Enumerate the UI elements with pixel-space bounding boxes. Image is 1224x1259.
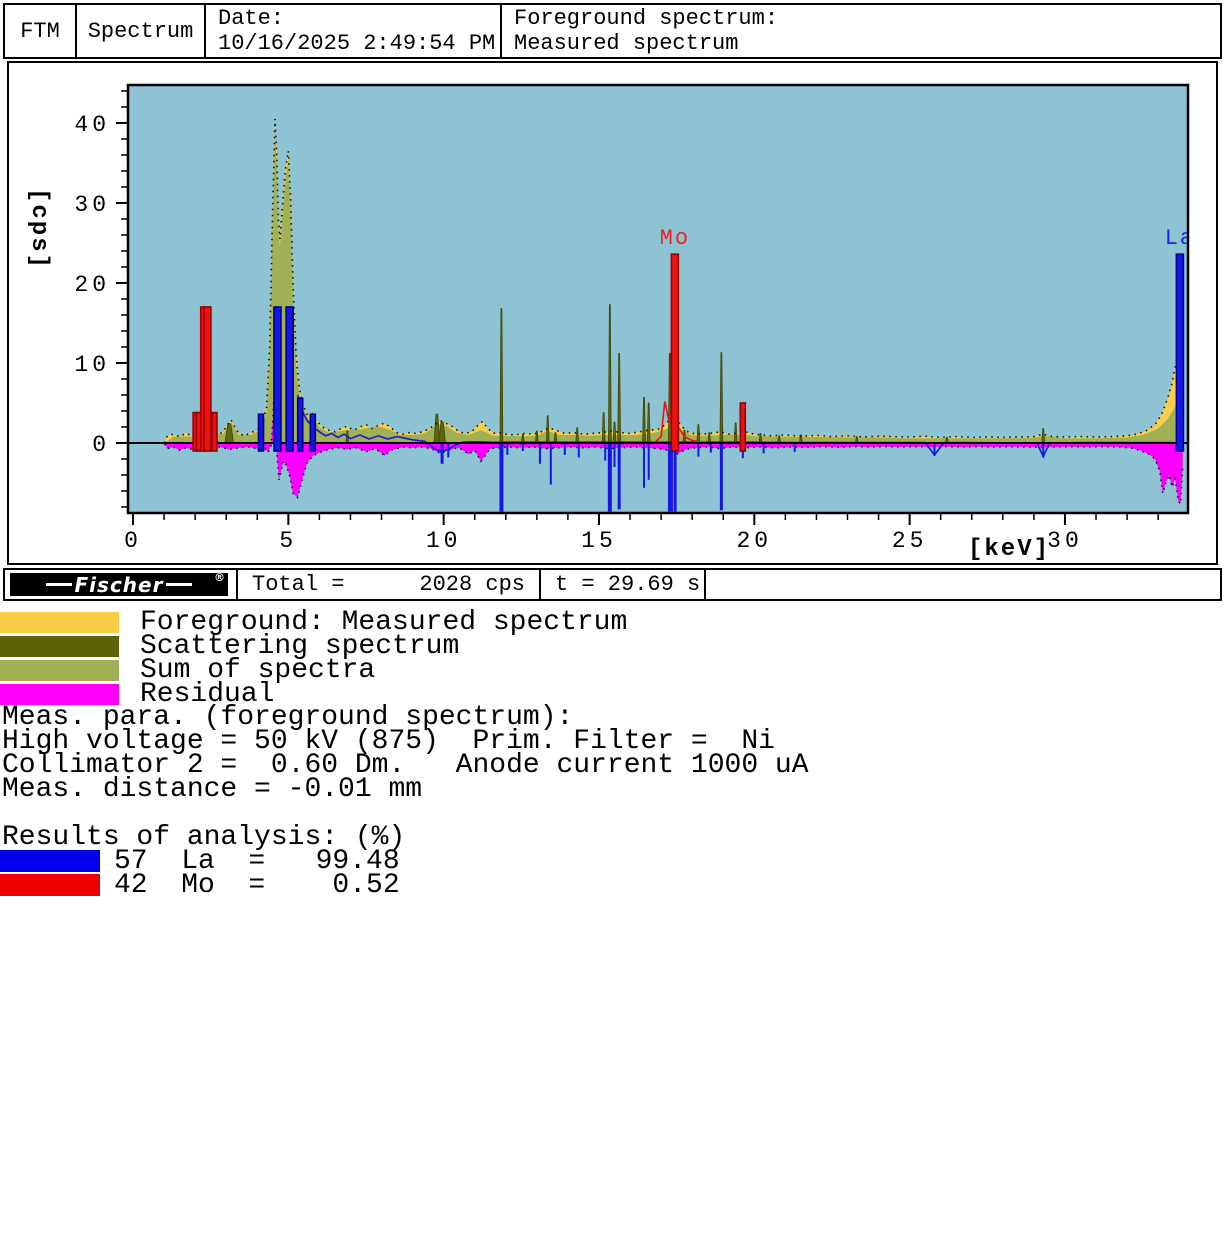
- svg-text:40: 40: [74, 112, 110, 138]
- meas-params-line3: Meas. distance = -0.01 mm: [2, 778, 422, 802]
- svg-text:25: 25: [892, 528, 928, 554]
- svg-text:Mo: Mo: [660, 226, 690, 251]
- spectrum-plot: MoLa010203040051015202530[keV][cps]: [7, 61, 1218, 565]
- svg-text:0: 0: [92, 432, 110, 458]
- result-swatch-mo: [0, 874, 100, 896]
- legend: Foreground: Measured spectrum Scattering…: [0, 610, 627, 706]
- legend-swatch-measured: [0, 612, 119, 633]
- svg-text:0: 0: [124, 528, 142, 554]
- registered-mark: ®: [214, 571, 226, 584]
- footer-bar: Fischer ® Total = 2028 cps t = 29.69 s: [3, 568, 1222, 601]
- footer-empty-cell: [704, 570, 1220, 599]
- logo-cell: Fischer ®: [5, 570, 236, 599]
- fischer-logo: Fischer ®: [10, 573, 228, 596]
- app-name: FTM: [5, 5, 75, 57]
- svg-text:20: 20: [74, 272, 110, 298]
- legend-swatch-scattering: [0, 636, 119, 657]
- mode-label: Spectrum: [75, 5, 204, 57]
- total-value: 2028 cps: [419, 572, 525, 597]
- svg-text:10: 10: [74, 352, 110, 378]
- logo-text: Fischer: [75, 573, 164, 597]
- date-value: 10/16/2025 2:49:54 PM: [218, 31, 500, 56]
- svg-text:[keV]: [keV]: [968, 536, 1050, 563]
- svg-text:[cps]: [cps]: [25, 188, 52, 270]
- svg-text:30: 30: [1047, 528, 1083, 554]
- total-label: Total =: [252, 572, 344, 597]
- logo-dash-right: [166, 583, 192, 586]
- svg-text:15: 15: [581, 528, 617, 554]
- foreground-spectrum-cell: Foreground spectrum: Measured spectrum: [500, 5, 1220, 57]
- date-label: Date:: [218, 6, 500, 31]
- header-table: FTM Spectrum Date: 10/16/2025 2:49:54 PM…: [3, 3, 1222, 59]
- svg-text:10: 10: [426, 528, 462, 554]
- result-text-mo: 42 Mo = 0.52: [114, 870, 400, 901]
- foreground-label: Foreground spectrum:: [514, 6, 1220, 31]
- svg-text:5: 5: [279, 528, 297, 554]
- date-cell: Date: 10/16/2025 2:49:54 PM: [204, 5, 500, 57]
- spectrum-chart-panel: MoLa010203040051015202530[keV][cps]: [7, 61, 1218, 565]
- result-row-mo: 42 Mo = 0.52: [0, 873, 400, 897]
- legend-row-sum: Sum of spectra: [0, 658, 627, 682]
- result-swatch-la: [0, 850, 100, 872]
- legend-swatch-sum: [0, 660, 119, 681]
- svg-text:20: 20: [736, 528, 772, 554]
- time-cell: t = 29.69 s: [539, 570, 704, 599]
- foreground-value: Measured spectrum: [514, 31, 1220, 56]
- logo-dash-left: [46, 583, 72, 586]
- total-cell: Total = 2028 cps: [236, 570, 539, 599]
- ftm-spectrum-report: FTM Spectrum Date: 10/16/2025 2:49:54 PM…: [0, 0, 1224, 1259]
- svg-text:30: 30: [74, 192, 110, 218]
